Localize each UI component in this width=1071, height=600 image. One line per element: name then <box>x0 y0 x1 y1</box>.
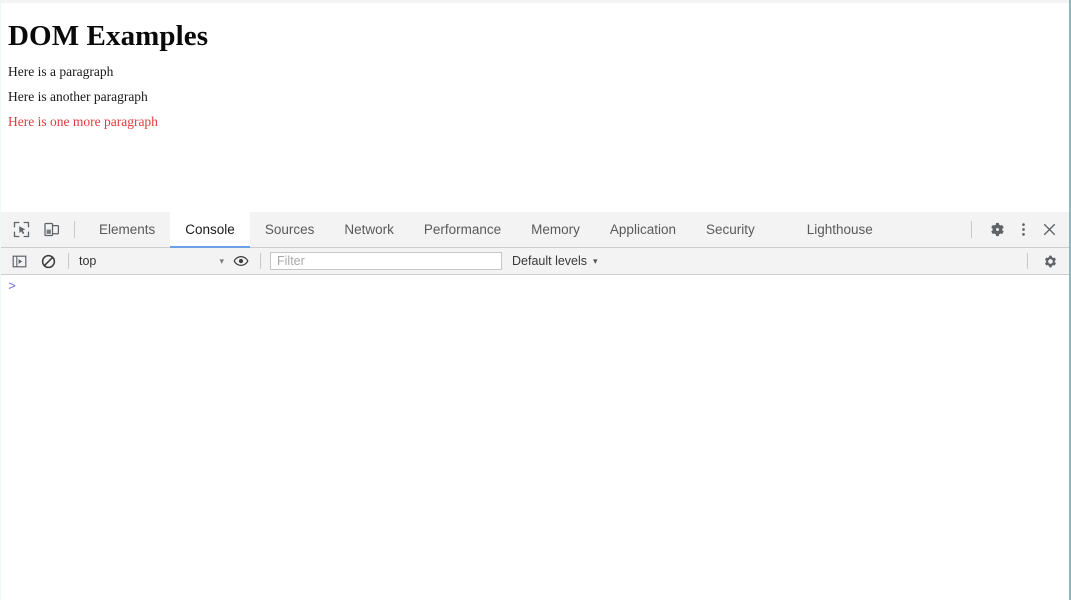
console-toolbar: top ▾ Default levels ▾ <box>1 248 1069 275</box>
tab-memory[interactable]: Memory <box>516 212 595 248</box>
toolbar-divider <box>68 253 69 269</box>
toolbar-divider <box>971 221 972 238</box>
toolbar-divider <box>74 221 75 238</box>
console-prompt-row[interactable]: > <box>1 275 1069 297</box>
device-toolbar-icon[interactable] <box>38 217 64 243</box>
page-paragraph-3: Here is one more paragraph <box>8 114 158 129</box>
console-sidebar-icon[interactable] <box>8 250 30 272</box>
browser-window: DOM Examples Here is a paragraph Here is… <box>0 0 1071 600</box>
toolbar-divider <box>1027 253 1028 269</box>
gear-icon[interactable] <box>984 217 1010 243</box>
tab-label: Console <box>185 222 235 237</box>
devtools-panel: Elements Console Sources Network Perform… <box>1 211 1069 600</box>
tab-security[interactable]: Security <box>691 212 770 248</box>
eye-icon[interactable] <box>230 250 252 272</box>
tab-label: Elements <box>99 222 156 237</box>
tab-label: Network <box>344 222 394 237</box>
toolbar-divider <box>260 253 261 269</box>
log-levels-dropdown[interactable]: Default levels ▾ <box>512 254 598 268</box>
execution-context-dropdown[interactable]: top ▾ <box>77 250 229 272</box>
close-icon[interactable] <box>1036 217 1062 243</box>
chevron-down-icon: ▾ <box>593 255 598 266</box>
clear-console-icon[interactable] <box>37 250 59 272</box>
devtools-tabbar: Elements Console Sources Network Perform… <box>1 211 1069 249</box>
tab-label: Sources <box>264 222 315 237</box>
tab-network[interactable]: Network <box>329 212 409 248</box>
execution-context-value: top <box>79 254 97 268</box>
devtools-tab-list: Elements Console Sources Network Perform… <box>84 211 967 249</box>
tab-label: Application <box>609 222 676 237</box>
tab-label: Performance <box>423 222 502 237</box>
console-settings-gear-icon[interactable] <box>1039 250 1061 272</box>
inspect-element-icon[interactable] <box>8 217 34 243</box>
tab-elements[interactable]: Elements <box>84 212 170 248</box>
tab-label: Lighthouse <box>806 222 873 237</box>
tab-application[interactable]: Application <box>595 212 691 248</box>
tab-lighthouse[interactable]: Lighthouse <box>792 212 888 248</box>
web-page-content: DOM Examples Here is a paragraph Here is… <box>1 0 1069 212</box>
devtools-tabbar-actions <box>967 217 1069 243</box>
console-input[interactable] <box>23 279 1069 293</box>
kebab-menu-icon[interactable] <box>1010 217 1036 243</box>
page-paragraph-1: Here is a paragraph <box>8 64 114 79</box>
console-toolbar-actions <box>1027 250 1069 272</box>
tab-sources[interactable]: Sources <box>250 212 330 248</box>
page-paragraph-2: Here is another paragraph <box>8 89 148 104</box>
console-output-area[interactable]: > <box>1 275 1069 599</box>
tab-label: Security <box>705 222 755 237</box>
page-title: DOM Examples <box>8 20 209 52</box>
chevron-down-icon: ▾ <box>219 255 224 266</box>
tab-performance[interactable]: Performance <box>409 212 516 248</box>
console-filter-input[interactable] <box>270 252 502 270</box>
log-levels-value: Default levels <box>512 254 588 268</box>
console-prompt-icon: > <box>8 278 16 293</box>
tab-console[interactable]: Console <box>170 211 250 249</box>
tab-label: Memory <box>531 222 580 237</box>
